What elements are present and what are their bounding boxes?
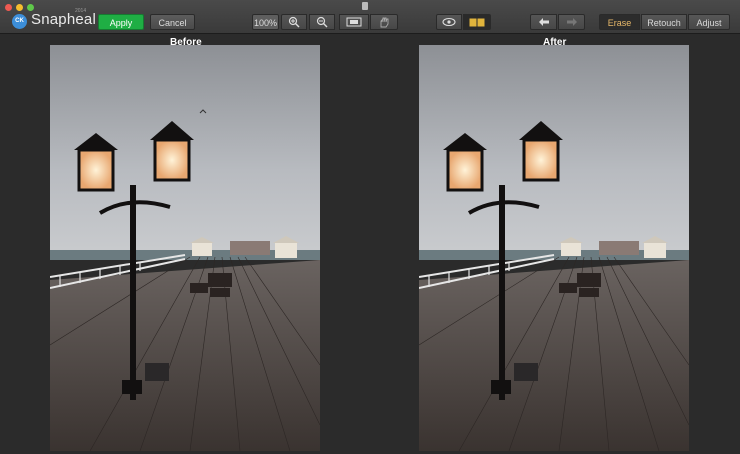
eye-icon [442,17,456,27]
app-logo: CK [12,14,27,29]
app-name: Snapheal [31,11,96,28]
mode-adjust-button[interactable]: Adjust [688,14,730,30]
before-photo[interactable] [50,45,320,451]
preview-button[interactable] [436,14,462,30]
undo-icon [538,18,549,26]
split-view-button[interactable] [463,14,491,30]
window-minimize-button[interactable] [16,4,23,11]
document-icon [362,2,368,10]
apply-button[interactable]: Apply [98,14,144,30]
window-zoom-button[interactable] [27,4,34,11]
cancel-button[interactable]: Cancel [150,14,195,30]
fit-screen-icon [346,17,362,27]
zoom-in-icon [288,16,300,28]
mode-erase-button[interactable]: Erase [599,14,640,30]
redo-button[interactable] [558,14,585,30]
toolbar: CK Snapheal 2014 Apply Cancel 100% Erase… [0,0,740,34]
after-photo[interactable] [419,45,689,451]
hand-tool-button[interactable] [370,14,398,30]
mode-retouch-button[interactable]: Retouch [641,14,687,30]
undo-button[interactable] [530,14,557,30]
app-year: 2014 [75,8,87,14]
hand-tool-icon [380,17,389,28]
fit-screen-button[interactable] [339,14,369,30]
window-close-button[interactable] [5,4,12,11]
zoom-in-button[interactable] [281,14,307,30]
zoom-out-button[interactable] [309,14,335,30]
zoom-level[interactable]: 100% [252,14,279,30]
zoom-out-icon [316,16,328,28]
redo-icon [566,18,577,26]
split-view-icon [469,18,485,26]
